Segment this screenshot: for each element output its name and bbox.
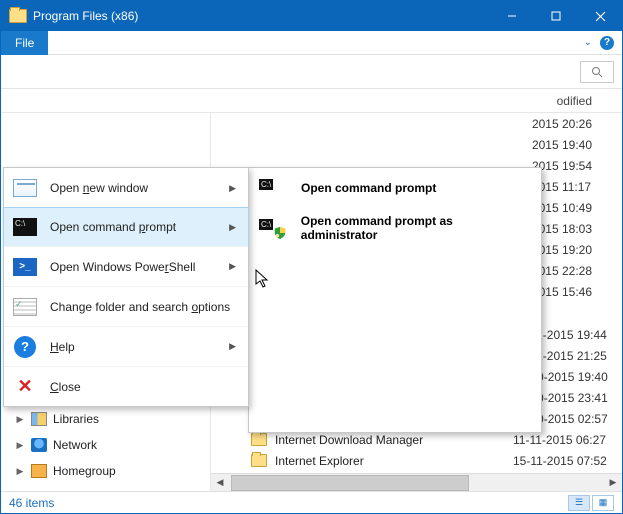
submenu-open-command-prompt-admin[interactable]: C:\ Open command prompt as administrator <box>249 208 541 248</box>
chevron-right-icon: ▶ <box>229 261 240 272</box>
libraries-icon <box>31 412 47 426</box>
close-icon: ✕ <box>17 376 32 397</box>
minimize-button[interactable] <box>490 1 534 31</box>
scroll-left-icon[interactable]: ◀ <box>211 474 229 492</box>
search-box[interactable] <box>580 61 614 83</box>
menu-label: Open command prompt <box>50 220 217 234</box>
file-row[interactable]: Internet Explorer 15-11-2015 07:52 <box>211 450 622 471</box>
chevron-right-icon: ▶ <box>229 222 240 233</box>
ribbon-menu-strip: File ⌄ ? <box>1 31 622 55</box>
menu-open-powershell[interactable]: >_ Open Windows PowerShell ▶ <box>4 246 248 286</box>
search-icon <box>591 66 603 78</box>
submenu-label: Open command prompt <box>301 181 436 195</box>
help-icon[interactable]: ? <box>600 36 614 50</box>
menu-label: Close <box>50 380 240 394</box>
status-bar: 46 items ☰ ▦ <box>1 491 622 513</box>
file-menu-dropdown: Open new window ▶ C:\ Open command promp… <box>3 167 249 407</box>
command-prompt-icon: C:\ <box>13 218 37 236</box>
expand-ribbon-icon[interactable]: ⌄ <box>584 37 592 48</box>
main-content: 2015 20:262015 19:402015 19:542015 11:17… <box>1 113 622 491</box>
folder-icon <box>9 9 27 23</box>
file-name: Internet Download Manager <box>275 433 505 447</box>
sidebar-item-network[interactable]: ▶ Network <box>1 435 210 455</box>
help-icon: ? <box>14 336 36 358</box>
title-bar: Program Files (x86) <box>1 1 622 31</box>
close-window-button[interactable] <box>578 1 622 31</box>
menu-close[interactable]: ✕ Close <box>4 366 248 406</box>
scrollbar-thumb[interactable] <box>231 475 469 491</box>
new-window-icon <box>13 179 37 197</box>
file-date: 15-11-2015 07:52 <box>513 454 622 468</box>
menu-change-folder-options[interactable]: Change folder and search options <box>4 286 248 326</box>
column-headers[interactable]: odified <box>1 89 622 113</box>
sidebar-item-libraries[interactable]: ▶ Libraries <box>1 409 210 429</box>
menu-label: Change folder and search options <box>50 300 240 314</box>
homegroup-icon <box>31 464 47 478</box>
menu-label: Open new window <box>50 181 217 195</box>
file-name: Internet Explorer <box>275 454 505 468</box>
sidebar-label: Homegroup <box>53 464 116 478</box>
command-prompt-icon: C:\ <box>259 179 273 190</box>
view-large-icons-button[interactable]: ▦ <box>592 495 614 511</box>
view-details-button[interactable]: ☰ <box>568 495 590 511</box>
command-prompt-icon: C:\ <box>259 219 273 230</box>
maximize-button[interactable] <box>534 1 578 31</box>
menu-label: Help <box>50 340 217 354</box>
admin-shield-icon <box>273 226 287 240</box>
column-date-modified[interactable]: odified <box>557 94 592 108</box>
powershell-icon: >_ <box>13 258 37 276</box>
file-menu-button[interactable]: File <box>1 31 48 55</box>
menu-open-new-window[interactable]: Open new window ▶ <box>4 168 248 208</box>
submenu-open-command-prompt[interactable]: C:\ Open command prompt <box>249 168 541 208</box>
folder-icon <box>251 454 267 467</box>
sidebar-label: Network <box>53 438 97 452</box>
network-icon <box>31 438 47 452</box>
folder-icon <box>251 433 267 446</box>
window-title: Program Files (x86) <box>33 9 490 23</box>
sidebar-label: Libraries <box>53 412 99 426</box>
chevron-right-icon[interactable]: ▶ <box>15 466 25 477</box>
submenu-label: Open command prompt as administrator <box>301 214 531 242</box>
sidebar-item-homegroup[interactable]: ▶ Homegroup <box>1 461 210 481</box>
file-date: 11-11-2015 06:27 <box>513 433 622 447</box>
chevron-right-icon[interactable]: ▶ <box>15 414 25 425</box>
horizontal-scrollbar[interactable]: ◀ ▶ <box>211 473 622 491</box>
menu-help[interactable]: ? Help ▶ <box>4 326 248 366</box>
menu-label: Open Windows PowerShell <box>50 260 217 274</box>
scroll-right-icon[interactable]: ▶ <box>604 474 622 492</box>
chevron-right-icon: ▶ <box>229 341 240 352</box>
address-search-row <box>1 55 622 89</box>
chevron-right-icon[interactable]: ▶ <box>15 440 25 451</box>
options-icon <box>13 298 37 316</box>
status-item-count: 46 items <box>9 496 54 510</box>
menu-open-command-prompt[interactable]: C:\ Open command prompt ▶ <box>3 207 249 247</box>
chevron-right-icon: ▶ <box>229 183 240 194</box>
file-submenu-command-prompt: C:\ Open command prompt C:\ Open command… <box>248 167 542 433</box>
